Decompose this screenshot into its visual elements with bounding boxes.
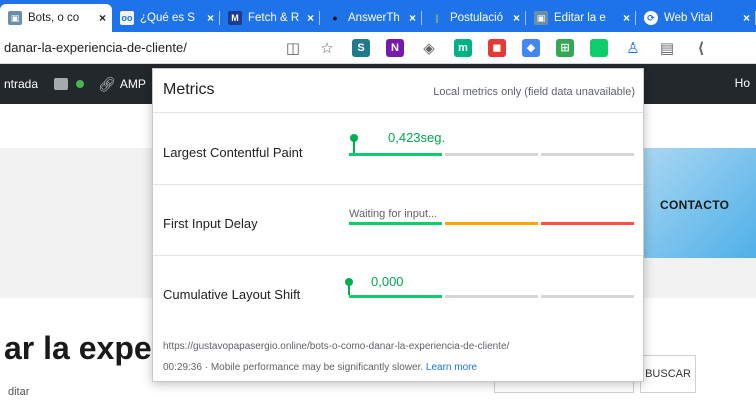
tab-que-es[interactable]: oo ¿Qué es S × <box>112 4 220 32</box>
metric-bar-needs-improvement <box>445 222 538 225</box>
popup-title: Metrics <box>163 81 215 98</box>
popup-note: Local metrics only (field data unavailab… <box>433 86 635 98</box>
tab-label: Editar la e <box>554 12 606 24</box>
metric-marker-icon <box>345 278 353 286</box>
favicon-icon: ⟳ <box>644 11 658 25</box>
extension-red-icon[interactable]: ◼ <box>488 38 506 57</box>
search-button[interactable]: BUSCAR <box>640 355 696 393</box>
tab-label: Bots, o co <box>28 12 80 24</box>
popup-footer-text: · Mobile performance may be significantl… <box>201 362 426 373</box>
extension-icons: ◫ ☆ S N ◈ m ◼ ◆ ⊞ ♙ ▤ ⟨ <box>276 38 718 57</box>
popup-header: Metrics Local metrics only (field data u… <box>153 69 643 113</box>
more-icon[interactable]: ⟨ <box>692 39 710 57</box>
page-title: ar la expe <box>4 330 152 366</box>
tab-label: AnswerTh <box>348 12 400 24</box>
metric-bar-poor <box>541 295 634 298</box>
edit-link[interactable]: ditar <box>8 386 29 398</box>
metric-cls: Cumulative Layout Shift 0,000 <box>153 257 643 327</box>
sway-icon[interactable]: S <box>352 38 370 57</box>
translate-icon[interactable]: ◆ <box>522 38 540 57</box>
onenote-icon[interactable]: N <box>386 38 404 57</box>
metric-value: 0,000 <box>371 274 404 289</box>
metric-label: First Input Delay <box>163 216 258 231</box>
close-icon[interactable]: × <box>307 11 314 25</box>
collections-icon[interactable]: ▤ <box>658 39 676 57</box>
favicon-icon: | <box>435 13 439 23</box>
tab-postulacion[interactable]: | Postulació × <box>422 4 526 32</box>
tab-label: Fetch & R <box>248 12 300 24</box>
close-icon[interactable]: × <box>743 11 750 25</box>
metric-status: Waiting for input... <box>349 208 438 220</box>
tab-fetch[interactable]: M Fetch & R × <box>220 4 320 32</box>
favicon-icon: ▣ <box>534 11 548 25</box>
admin-entry-link[interactable]: ntrada <box>4 77 38 91</box>
web-vitals-popup: Metrics Local metrics only (field data u… <box>152 68 644 382</box>
metric-marker-icon <box>349 134 358 142</box>
metric-bar-good <box>349 153 442 156</box>
metric-value: 0,423seg. <box>388 130 446 145</box>
tab-label: Postulació <box>450 12 504 24</box>
close-icon[interactable]: × <box>623 11 630 25</box>
metric-bar-poor <box>541 153 634 156</box>
tab-bots[interactable]: ▣ Bots, o co × <box>0 4 112 32</box>
popup-page-url: https://gustavopapasergio.online/bots-o-… <box>163 341 510 352</box>
web-vitals-icon[interactable] <box>590 38 608 57</box>
favicon-icon: oo <box>120 11 134 25</box>
tab-label: Web Vital <box>664 12 713 24</box>
reader-mode-icon[interactable]: ◫ <box>284 39 302 57</box>
close-icon[interactable]: × <box>409 11 416 25</box>
favicon-icon: M <box>228 11 242 25</box>
tab-answerthepublic[interactable]: ● AnswerTh × <box>320 4 422 32</box>
learn-more-link[interactable]: Learn more <box>426 362 477 373</box>
metric-bar-needs-improvement <box>445 153 538 156</box>
metric-bar-needs-improvement <box>445 295 538 298</box>
admin-greeting[interactable]: Ho <box>735 76 750 90</box>
close-icon[interactable]: × <box>99 11 106 25</box>
metric-label: Cumulative Layout Shift <box>163 287 301 302</box>
translate-badge-icon[interactable]: ⊞ <box>556 38 574 57</box>
admin-entry-label: ntrada <box>4 77 39 91</box>
seo-status-dot-icon <box>76 80 85 88</box>
popup-footer: 00:29:36 · Mobile performance may be sig… <box>163 362 477 373</box>
metric-bar-good <box>349 295 442 298</box>
metric-bar-good <box>349 222 442 225</box>
browser-tab-strip: ▣ Bots, o co × oo ¿Qué es S × M Fetch & … <box>0 0 756 32</box>
favicon-icon: ● <box>332 13 338 23</box>
tab-label: ¿Qué es S <box>140 12 195 24</box>
contact-link[interactable]: CONTACTO <box>660 198 729 212</box>
profile-icon[interactable]: ♙ <box>624 39 642 57</box>
metric-bar-poor <box>541 222 634 225</box>
metric-fid: First Input Delay Waiting for input... <box>153 186 643 256</box>
popup-timestamp: 00:29:36 <box>163 362 202 373</box>
amp-link[interactable]: AMP <box>120 77 146 91</box>
favorite-star-icon[interactable]: ☆ <box>318 39 336 57</box>
link-chain-icon[interactable]: 🔗︎ <box>98 76 116 93</box>
yoast-seo-icon[interactable] <box>54 78 69 90</box>
close-icon[interactable]: × <box>207 11 214 25</box>
metric-lcp: Largest Contentful Paint 0,423seg. <box>153 115 643 185</box>
close-icon[interactable]: × <box>513 11 520 25</box>
browser-toolbar: danar-la-experiencia-de-cliente/ ◫ ☆ S N ◈ m ◼… <box>0 32 756 64</box>
extension-puzzle-icon[interactable]: ◈ <box>420 39 438 57</box>
address-bar[interactable]: danar-la-experiencia-de-cliente/ <box>0 40 270 55</box>
tab-web-vitals[interactable]: ⟳ Web Vital × <box>636 4 756 32</box>
page-favicon-icon: ▣ <box>8 11 22 25</box>
extension-m-icon[interactable]: m <box>454 38 472 57</box>
metric-label: Largest Contentful Paint <box>163 145 303 160</box>
tab-editar[interactable]: ▣ Editar la e × <box>526 4 636 32</box>
